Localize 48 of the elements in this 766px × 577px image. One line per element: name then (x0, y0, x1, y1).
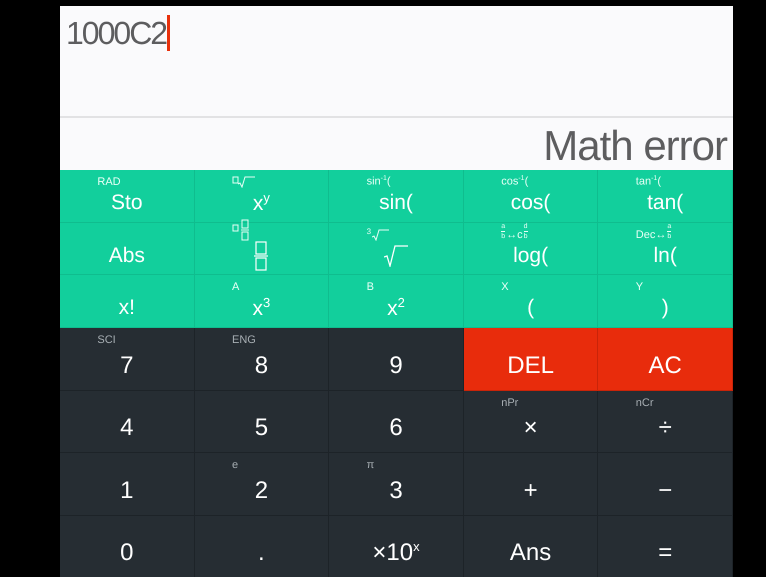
key-secondary-label: RAD (97, 176, 121, 188)
key-secondary-label: π (366, 459, 374, 472)
fraction-label: d b (524, 222, 528, 241)
calculator-key[interactable]: . (194, 516, 330, 577)
calculator-key[interactable]: − (598, 453, 733, 516)
expression-text: 1000C2 (66, 14, 166, 52)
calculator-key[interactable]: e 2 (194, 453, 330, 516)
nth-root-icon (232, 176, 256, 188)
calculator-key[interactable]: 4 (60, 390, 195, 454)
calculator-key[interactable]: = (598, 516, 733, 577)
calculator-key[interactable]: SCI 7 (60, 328, 195, 391)
key-secondary-label: X (501, 281, 509, 294)
key-secondary-label: ENG (232, 334, 256, 346)
calculator-key[interactable]: 5 (194, 390, 330, 454)
root-index: 3 (366, 226, 372, 236)
calculator-key[interactable]: nPr × (464, 390, 598, 454)
calculator-key[interactable]: 9 (329, 328, 464, 391)
calculator-key[interactable]: Ans (464, 516, 598, 577)
key-secondary-label: tan$^{-1}$( (636, 175, 661, 188)
key-secondary-label: A (232, 281, 240, 294)
fraction-label: a b (667, 222, 672, 241)
calculator-key[interactable]: π 3 (329, 453, 464, 516)
calculator-key[interactable]: AC (598, 328, 733, 391)
key-secondary-label: sin$^{-1}$( (366, 175, 391, 188)
calculator-key[interactable]: DEL (464, 328, 598, 391)
mixed-fraction-icon (232, 218, 250, 241)
result-text: Math error (543, 122, 727, 170)
square-root-icon (384, 244, 408, 267)
key-secondary-label: Y (636, 281, 644, 294)
calculator-key[interactable]: 1 (60, 453, 195, 516)
key-secondary-label: B (366, 281, 374, 294)
calculator-key[interactable]: + (464, 453, 598, 516)
key-secondary-label: e (232, 459, 238, 472)
key-secondary-label: nPr (501, 396, 518, 409)
calculator-key[interactable]: 0 (60, 516, 195, 577)
text-cursor (167, 15, 170, 51)
key-secondary-label: Dec↔ (636, 228, 666, 241)
calculator-key[interactable]: ×10$^{x}$ (329, 516, 464, 577)
calculator-key[interactable]: 6 (329, 390, 464, 454)
key-secondary-label: ↔c (506, 228, 523, 241)
fraction-icon (254, 240, 268, 271)
calculator-key[interactable]: ENG 8 (194, 328, 330, 391)
root-icon (372, 228, 390, 241)
key-secondary-label: nCr (636, 396, 654, 409)
calculator-key[interactable]: nCr ÷ (598, 390, 733, 454)
key-secondary-label: cos$^{-1}$( (501, 175, 528, 188)
fraction-label: a b (501, 222, 506, 241)
key-secondary-label: SCI (97, 334, 116, 346)
